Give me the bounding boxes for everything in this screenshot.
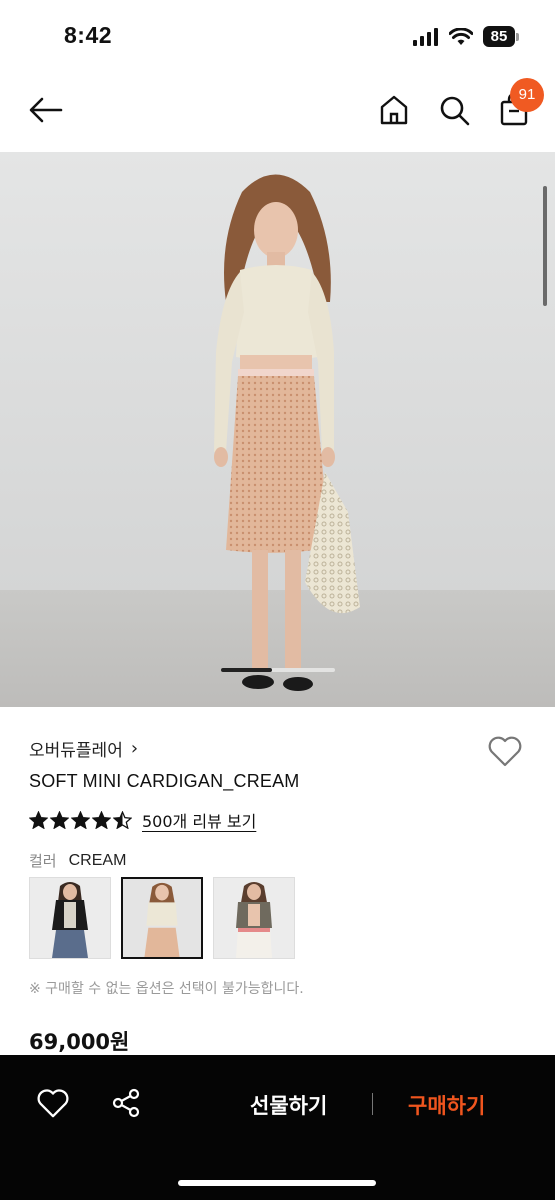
bottom-wishlist-button[interactable]: [36, 1087, 72, 1123]
star-icon: [71, 811, 90, 829]
cellular-signal-icon: [413, 27, 438, 46]
status-bar: 8:42 85: [0, 0, 555, 70]
heart-icon: [37, 1089, 69, 1118]
gift-button[interactable]: 선물하기: [250, 1090, 327, 1120]
star-rating: [29, 811, 132, 829]
battery-tip: [516, 32, 519, 41]
battery-icon: 85: [483, 26, 519, 47]
share-button[interactable]: [110, 1087, 146, 1123]
color-value: CREAM: [68, 851, 127, 869]
cart-count-badge: 91: [510, 78, 544, 112]
rating-row: 500개 리뷰 보기: [29, 808, 256, 832]
search-button[interactable]: [436, 92, 472, 128]
home-button[interactable]: [376, 92, 412, 128]
divider: [372, 1093, 373, 1115]
image-scrollbar[interactable]: [543, 186, 547, 306]
review-link[interactable]: 500개 리뷰 보기: [142, 808, 256, 832]
star-icon: [50, 811, 69, 829]
star-icon: [92, 811, 111, 829]
color-option-khaki[interactable]: [213, 877, 295, 959]
option-notice: ※ 구매할 수 없는 옵션은 선택이 불가능합니다.: [29, 981, 304, 997]
thumbnail-image: [214, 878, 294, 958]
product-title: SOFT MINI CARDIGAN_CREAM: [29, 771, 300, 791]
chevron-right-icon: ›: [130, 738, 139, 759]
back-arrow-icon: [29, 97, 63, 123]
buy-button[interactable]: 구매하기: [408, 1090, 485, 1120]
home-icon: [380, 95, 408, 125]
product-price: 69,000원: [29, 1030, 130, 1054]
product-image-carousel[interactable]: [0, 152, 555, 707]
thumbnail-image: [30, 878, 110, 958]
share-icon: [112, 1088, 140, 1118]
status-time: 8:42: [64, 22, 113, 48]
search-icon: [440, 96, 470, 126]
image-pager: [221, 668, 335, 672]
bottom-action-bar: 선물하기 구매하기: [0, 1055, 555, 1200]
brand-name: 오버듀플레어: [29, 741, 123, 761]
color-option-cream[interactable]: [121, 877, 203, 959]
image-pager-progress: [221, 668, 273, 672]
star-icon: [29, 811, 48, 829]
color-label: 컬러: [29, 852, 57, 870]
app-header: [0, 70, 555, 152]
color-option-black[interactable]: [29, 877, 111, 959]
status-icons: 85: [413, 26, 519, 47]
wifi-icon: [449, 27, 473, 45]
back-button[interactable]: [26, 92, 66, 128]
color-thumbnails: [29, 877, 295, 959]
home-indicator: [178, 1180, 376, 1186]
heart-outline-icon: [488, 736, 522, 767]
color-option-row: 컬러 CREAM: [29, 850, 126, 871]
wishlist-button[interactable]: [487, 734, 525, 772]
thumbnail-image: [123, 879, 201, 957]
product-photo: [0, 152, 555, 707]
battery-level: 85: [483, 26, 515, 47]
brand-link[interactable]: 오버듀플레어 ›: [29, 736, 138, 761]
star-icon: [113, 811, 132, 829]
